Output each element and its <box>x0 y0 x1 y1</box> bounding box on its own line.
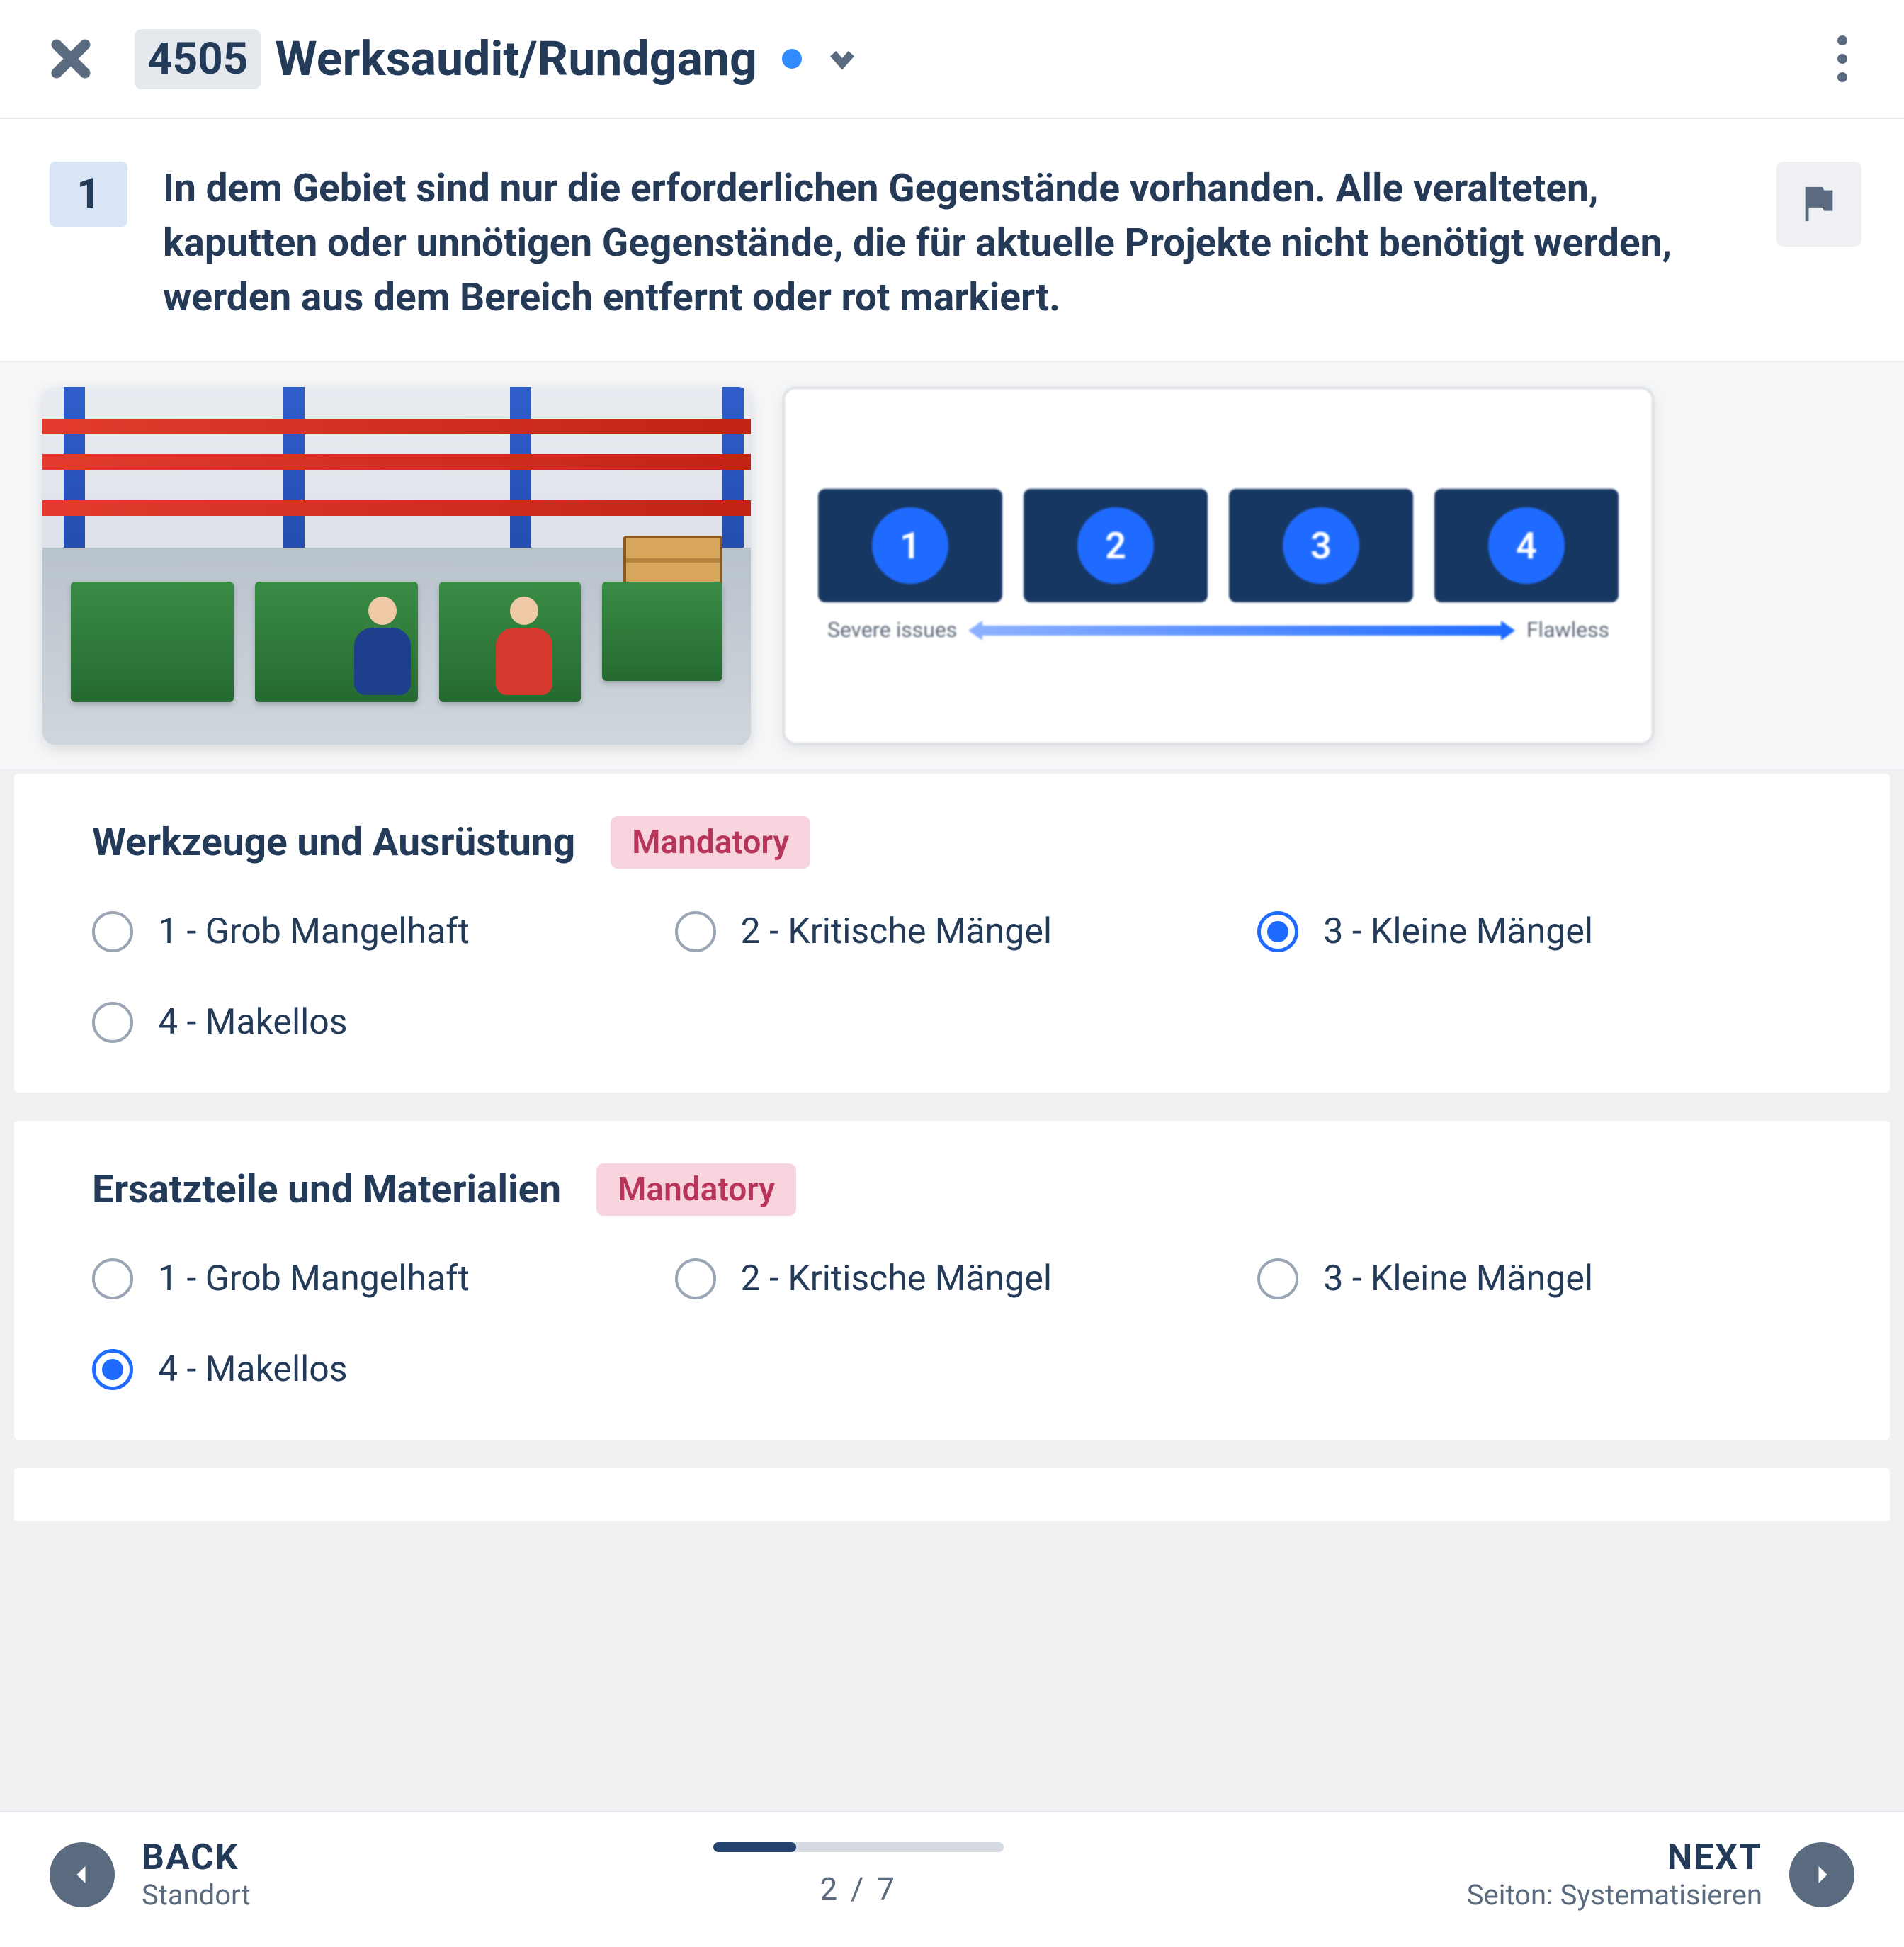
radio-option-4[interactable]: 4 - Makellos <box>92 1002 647 1043</box>
scale-left-label: Severe issues <box>827 618 957 643</box>
question-number: 1 <box>50 162 128 227</box>
header: 4505 Werksaudit/Rundgang <box>0 0 1904 119</box>
flag-button[interactable] <box>1776 162 1862 247</box>
mandatory-badge: Mandatory <box>611 816 810 869</box>
attachment-image[interactable] <box>42 387 751 745</box>
section-title: Werkzeuge und Ausrüstung <box>92 820 575 865</box>
question-text: In dem Gebiet sind nur die erforderliche… <box>163 162 1741 325</box>
footer-nav: BACK Standort 2 / 7 NEXT Seiton: Systema… <box>0 1811 1904 1947</box>
id-badge: 4505 <box>135 29 261 89</box>
rating-scale-preview[interactable]: 1 2 3 4 Severe issues Flawless <box>783 387 1654 745</box>
mandatory-badge: Mandatory <box>596 1163 796 1216</box>
scale-right-label: Flawless <box>1526 618 1609 643</box>
next-section-peek <box>14 1468 1890 1521</box>
section-tools: Werkzeuge und Ausrüstung Mandatory 1 - G… <box>14 774 1890 1093</box>
back-label: BACK <box>142 1837 251 1878</box>
radio-option-3[interactable]: 3 - Kleine Mängel <box>1257 1258 1812 1299</box>
more-menu-icon[interactable] <box>1830 28 1854 89</box>
radio-option-4[interactable]: 4 - Makellos <box>92 1349 647 1390</box>
progress-text: 2 / 7 <box>820 1870 897 1907</box>
chevron-left-icon <box>69 1862 95 1887</box>
next-subtitle: Seiton: Systematisieren <box>1467 1878 1762 1912</box>
radio-option-3[interactable]: 3 - Kleine Mängel <box>1257 911 1812 952</box>
close-icon[interactable] <box>50 38 92 80</box>
progress-bar <box>713 1842 1004 1852</box>
section-spare-parts: Ersatzteile und Materialien Mandatory 1 … <box>14 1121 1890 1440</box>
next-button[interactable] <box>1789 1842 1854 1907</box>
progress-fill <box>713 1842 796 1852</box>
factory-photo-placeholder <box>42 387 751 745</box>
chevron-down-icon[interactable] <box>827 43 858 74</box>
radio-group: 1 - Grob Mangelhaft 2 - Kritische Mängel… <box>92 911 1812 1043</box>
radio-option-1[interactable]: 1 - Grob Mangelhaft <box>92 911 647 952</box>
attachment-row: 1 2 3 4 Severe issues Flawless <box>0 361 1904 771</box>
page-title: Werksaudit/Rundgang <box>275 30 757 87</box>
section-title: Ersatzteile und Materialien <box>92 1167 561 1212</box>
status-dot-icon <box>782 49 802 69</box>
radio-option-2[interactable]: 2 - Kritische Mängel <box>675 1258 1230 1299</box>
back-button[interactable] <box>50 1842 115 1907</box>
question-block: 1 In dem Gebiet sind nur die erforderlic… <box>0 119 1904 361</box>
radio-option-2[interactable]: 2 - Kritische Mängel <box>675 911 1230 952</box>
back-subtitle: Standort <box>142 1878 251 1912</box>
flag-icon <box>1798 184 1840 225</box>
next-label: NEXT <box>1467 1837 1762 1878</box>
scale-gradient-icon <box>978 626 1505 636</box>
chevron-right-icon <box>1809 1862 1835 1887</box>
scale-item: 3 <box>1229 489 1413 602</box>
scale-item: 4 <box>1434 489 1619 602</box>
radio-group: 1 - Grob Mangelhaft 2 - Kritische Mängel… <box>92 1258 1812 1390</box>
scale-item: 2 <box>1024 489 1208 602</box>
radio-option-1[interactable]: 1 - Grob Mangelhaft <box>92 1258 647 1299</box>
scale-item: 1 <box>818 489 1002 602</box>
